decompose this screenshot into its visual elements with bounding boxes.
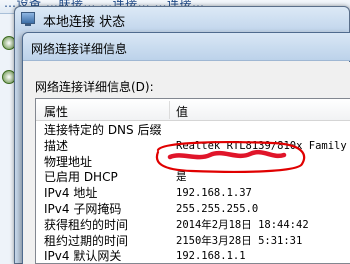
list-row[interactable]: IPv4 地址 192.168.1.37 — [36, 186, 350, 202]
list-header: 属性 值 — [36, 99, 350, 121]
details-body: 网络连接详细信息(D): 属性 值 连接特定的 DNS 后缀 描述 Realte… — [23, 62, 350, 264]
list-rows: 连接特定的 DNS 后缀 描述 Realtek RTL8139/810x Fam… — [36, 123, 350, 264]
details-list[interactable]: 属性 值 连接特定的 DNS 后缀 描述 Realtek RTL8139/810… — [35, 98, 350, 264]
list-row[interactable]: 获得租约的时间 2014年2月18日 18:44:42 — [36, 218, 350, 234]
row-value: 255.255.255.0 — [176, 202, 259, 215]
row-property: 租约过期的时间 — [44, 233, 129, 248]
row-property: IPv4 默认网关 — [44, 249, 122, 264]
status-dialog-title: 本地连接 状态 — [43, 15, 126, 30]
row-property: 连接特定的 DNS 后缀 — [44, 123, 162, 137]
details-dialog-title: 网络连接详细信息 — [31, 42, 128, 56]
row-property: IPv4 地址 — [44, 186, 98, 201]
details-section-label: 网络连接详细信息(D): — [35, 80, 154, 94]
details-title-bar[interactable]: 网络连接详细信息 — [23, 33, 350, 61]
row-value: 2014年2月18日 18:44:42 — [176, 218, 309, 231]
row-value: 是 — [176, 171, 187, 184]
list-row[interactable]: IPv4 默认网关 192.168.1.1 — [36, 249, 350, 264]
network-details-dialog: 网络连接详细信息 网络连接详细信息(D): 属性 值 连接特定的 DNS 后缀 … — [22, 32, 350, 264]
network-adapter-icon — [21, 12, 35, 26]
status-title-bar[interactable]: 本地连接 状态 — [15, 7, 349, 31]
list-row[interactable]: 已启用 DHCP 是 — [36, 170, 350, 186]
column-header-property[interactable]: 属性 — [44, 103, 68, 120]
row-property: 描述 — [44, 138, 69, 153]
row-property: IPv4 子网掩码 — [44, 201, 122, 216]
row-property: 物理地址 — [44, 154, 93, 169]
row-property: 获得租约的时间 — [44, 217, 129, 232]
list-row[interactable]: 租约过期的时间 2150年3月28日 5:31:31 — [36, 234, 350, 250]
row-property: 已启用 DHCP — [44, 170, 118, 185]
row-value: 192.168.1.37 — [176, 187, 252, 200]
row-value: Realtek RTL8139/810x Family — [176, 139, 347, 152]
list-row[interactable]: 连接特定的 DNS 后缀 — [36, 123, 350, 139]
list-row[interactable]: IPv4 子网掩码 255.255.255.0 — [36, 202, 350, 218]
row-value: 2150年3月28日 5:31:31 — [176, 234, 303, 247]
column-header-value[interactable]: 值 — [176, 103, 188, 120]
list-row[interactable]: 物理地址 — [36, 155, 350, 171]
list-row[interactable]: 描述 Realtek RTL8139/810x Family — [36, 139, 350, 155]
row-value: 192.168.1.1 — [176, 250, 246, 263]
column-divider[interactable] — [169, 101, 170, 119]
